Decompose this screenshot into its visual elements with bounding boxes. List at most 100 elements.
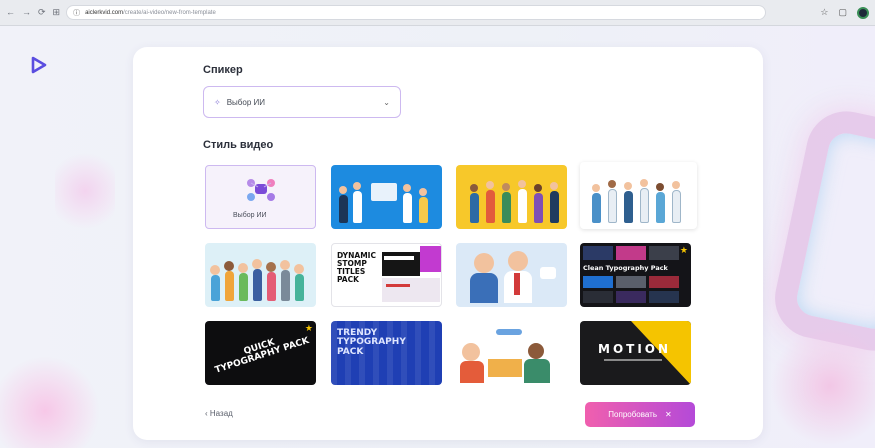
decor-blob [55, 146, 115, 236]
illustration-head [550, 182, 558, 190]
illustration-person [624, 191, 633, 223]
submit-label: Попробовать [608, 410, 658, 419]
illustration-person [640, 188, 649, 223]
tile-title-text: QUICK TYPOGRAPHY PACK [213, 336, 311, 377]
back-icon[interactable]: ← [6, 8, 15, 17]
style-tile-trendy-typography[interactable]: TRENDY TYPOGRAPHY PACK [331, 321, 442, 385]
url-path: /create/ai-video/new-from-template [123, 9, 216, 16]
browser-nav: ← → ⟳ ⊞ [6, 8, 60, 17]
illustration-person [524, 359, 550, 383]
illustration-head [252, 259, 262, 269]
style-tile-quick-typography[interactable]: QUICK TYPOGRAPHY PACK ★ [205, 321, 316, 385]
reload-icon[interactable]: ⟳ [38, 8, 46, 17]
tabs-icon[interactable]: ⊞ [53, 8, 61, 17]
illustration-head [486, 181, 494, 189]
illustration-head [508, 251, 528, 271]
illustration-person [281, 270, 290, 301]
illustration-head [502, 183, 510, 191]
decor-blob [0, 356, 100, 448]
tile-preview-thumb [616, 276, 646, 288]
style-tile-clean-typography[interactable]: Clean Typography Pack ★ [580, 243, 691, 307]
app-logo-icon[interactable] [30, 56, 48, 74]
style-tile-business-team[interactable] [331, 165, 442, 229]
illustration-plane [496, 329, 522, 335]
illustration-head [474, 253, 494, 273]
speaker-select-value: Выбор ИИ [226, 97, 265, 107]
style-tile-delivery-service[interactable] [456, 321, 567, 385]
illustration-head [419, 188, 427, 196]
style-tile-3d-crowd[interactable] [205, 243, 316, 307]
back-label: Назад [209, 409, 233, 418]
illustration-person [211, 275, 220, 301]
illustration-head [518, 180, 526, 188]
style-tile-ai-choice[interactable]: Выбор ИИ [205, 165, 316, 229]
illustration-person [470, 193, 479, 223]
video-settings-card: Спикер ✧ Выбор ИИ ⌄ Стиль видео Выбор ИИ [133, 47, 763, 440]
illustration-head [238, 263, 248, 273]
illustration-head [672, 181, 680, 189]
style-tile-medical-team[interactable] [580, 162, 697, 229]
tile-preview-bar [386, 284, 410, 287]
extensions-icon[interactable]: ▢ [838, 7, 847, 18]
tile-preview-thumb [583, 276, 613, 288]
premium-star-icon: ★ [304, 323, 313, 333]
illustration-person [339, 195, 348, 223]
tile-title-text: Clean Typography Pack [583, 264, 668, 272]
illustration-head [224, 261, 234, 271]
illustration-head [462, 343, 480, 361]
illustration-head [403, 184, 411, 192]
speaker-select[interactable]: ✧ Выбор ИИ ⌄ [203, 86, 401, 118]
tile-preview-thumb [583, 291, 613, 303]
illustration-head [640, 179, 648, 187]
illustration-head [353, 182, 361, 190]
illustration-person [550, 191, 559, 223]
illustration-person [608, 189, 617, 223]
illustration-person [592, 193, 601, 223]
illustration-box [488, 359, 522, 377]
style-tile-motion[interactable]: MOTION [580, 321, 691, 385]
chevron-down-icon: ⌄ [383, 97, 390, 107]
ai-choice-icon [247, 179, 275, 201]
browser-actions: ☆ ▢ [820, 6, 869, 19]
tile-preview-bar [384, 256, 414, 260]
sparkle-icon: ✕ [665, 410, 672, 419]
illustration-person [239, 273, 248, 301]
illustration-person [295, 274, 304, 301]
illustration-head [608, 180, 616, 188]
submit-button[interactable]: Попробовать ✕ [585, 402, 695, 427]
forward-icon[interactable]: → [22, 8, 31, 17]
style-tile-cartoon-characters[interactable] [456, 243, 567, 307]
site-info-icon[interactable]: ⓘ [73, 8, 80, 18]
illustration-head [534, 184, 542, 192]
illustration-person [419, 197, 428, 223]
illustration-person [672, 190, 681, 223]
tile-title-text: MOTION [598, 342, 672, 356]
back-link[interactable]: ‹ Назад [205, 409, 233, 418]
illustration-tie [514, 273, 520, 295]
illustration-screen [371, 183, 397, 201]
tile-preview-thumb [616, 246, 646, 260]
tile-preview-thumb [649, 276, 679, 288]
illustration-person [486, 190, 495, 223]
illustration-head [280, 260, 290, 270]
tile-preview-thumb [649, 246, 679, 260]
style-tile-diverse-people[interactable] [456, 165, 567, 229]
illustration-head [656, 183, 664, 191]
illustration-head [528, 343, 544, 359]
illustration-person [656, 192, 665, 223]
illustration-person [267, 272, 276, 301]
tile-preview-accent [420, 246, 441, 272]
style-tile-dynamic-stomp[interactable]: DYNAMIC STOMP TITLES PACK [331, 243, 442, 307]
illustration-head [294, 264, 304, 274]
tile-subtitle-line [604, 359, 662, 361]
profile-avatar[interactable] [857, 6, 869, 19]
style-tile-label: Выбор ИИ [233, 212, 267, 219]
address-bar[interactable]: ⓘ aiclerkvid.com /create/ai-video/new-fr… [66, 5, 767, 20]
star-icon[interactable]: ☆ [820, 7, 828, 18]
decor-ring [767, 103, 875, 359]
illustration-head [592, 184, 600, 192]
illustration-person [253, 269, 262, 301]
illustration-head [266, 262, 276, 272]
illustration-person [460, 361, 484, 383]
tile-preview-thumb [649, 291, 679, 303]
